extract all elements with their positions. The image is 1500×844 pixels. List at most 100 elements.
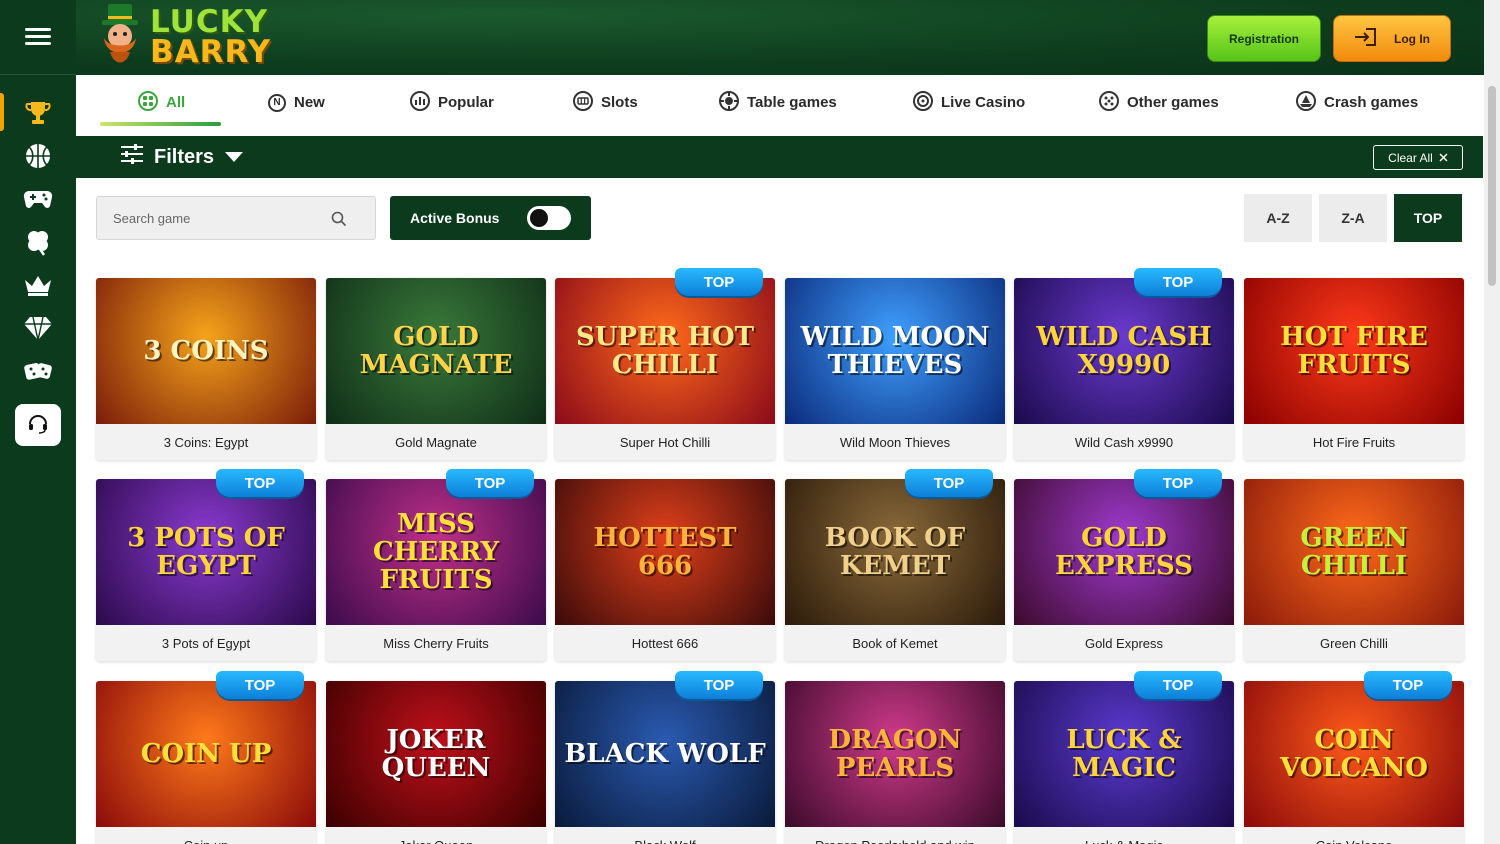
sidebar-item-jackpots[interactable] [0,306,76,349]
new-icon: N [268,93,286,112]
clover-icon [23,227,53,257]
game-card[interactable]: COIN VOLCANO Coin Volcano TOP [1244,671,1464,844]
tab-live-casino[interactable]: Live Casino [913,75,1025,130]
game-name: 3 Pots of Egypt [161,635,251,651]
tab-label: All [166,94,186,111]
sidebar-item-lucky[interactable] [0,220,76,263]
basketball-icon [23,141,53,171]
game-card[interactable]: WILD CASH X9990 Wild Cash x9990 TOP [1014,268,1234,460]
game-card[interactable]: COIN UP Coin up TOP [96,671,316,844]
game-thumbnail[interactable]: JOKER QUEEN [326,681,546,827]
game-thumbnail[interactable]: SUPER HOT CHILLI [555,278,775,424]
category-tabs: All N New Popular Slots Table games Live… [76,75,1500,136]
game-thumbnail[interactable]: 3 COINS [96,278,316,424]
game-art-title: GOLD EXPRESS [1055,523,1193,581]
sidebar [0,0,76,844]
game-name: Wild Moon Thieves [839,434,951,450]
trophy-icon [23,98,53,128]
game-thumbnail[interactable]: 3 POTS OF EGYPT [96,479,316,625]
tab-crash-games[interactable]: Crash games [1296,75,1418,130]
game-name: Gold Magnate [395,434,477,450]
game-card[interactable]: HOT FIRE FRUITS Hot Fire Fruits [1244,278,1464,460]
game-thumbnail[interactable]: BLACK WOLF [555,681,775,827]
support-button[interactable] [15,404,61,446]
game-art-title: WILD CASH X9990 [1036,322,1212,380]
page-scrollbar[interactable] [1484,0,1500,844]
active-bonus-label: Active Bonus [410,210,500,226]
game-card[interactable]: 3 COINS 3 Coins: Egypt [96,278,316,460]
game-card[interactable]: JOKER QUEEN Joker Queen [326,681,546,844]
game-card[interactable]: SUPER HOT CHILLI Super Hot Chilli TOP [555,268,775,460]
game-card[interactable]: DRAGON PEARLS Dragon Pearls:hold and win [785,681,1005,844]
tab-label: Live Casino [941,94,1026,111]
game-card[interactable]: GOLD MAGNATE Gold Magnate [326,278,546,460]
scrollbar-thumb[interactable] [1488,86,1496,286]
game-name: Luck & Magic [1014,827,1234,844]
game-art-title: MISS CHERRY FRUITS [372,509,500,595]
game-name: Green Chilli [1320,635,1388,651]
game-thumbnail[interactable]: LUCK & MAGIC [1014,681,1234,827]
search-input[interactable] [113,197,333,239]
sidebar-item-tournaments[interactable] [0,91,76,134]
game-thumbnail[interactable]: GOLD MAGNATE [326,278,546,424]
clear-all-button[interactable]: Clear All [1373,145,1463,170]
tab-other-games[interactable]: Other games [1099,75,1219,130]
game-art-title: BLACK WOLF [564,739,766,769]
game-name: Gold Express [1084,635,1164,651]
game-name: Hottest 666 [631,635,699,651]
diamond-icon [23,313,53,343]
game-card[interactable]: BLACK WOLF Black Wolf TOP [555,671,775,844]
game-card[interactable]: HOTTEST 666 Hottest 666 [555,479,775,661]
menu-icon[interactable] [25,28,51,46]
sidebar-item-esports[interactable] [0,177,76,220]
game-card[interactable]: WILD MOON THIEVES Wild Moon Thieves [785,278,1005,460]
game-thumbnail[interactable]: HOTTEST 666 [555,479,775,625]
game-thumbnail[interactable]: HOT FIRE FRUITS [1244,278,1464,424]
crash-games-icon [1296,90,1316,115]
game-thumbnail[interactable]: MISS CHERRY FRUITS [326,479,546,625]
tab-table-games[interactable]: Table games [719,75,837,130]
sidebar-item-games[interactable] [0,349,76,392]
login-button[interactable]: Log In [1333,15,1451,62]
game-art-title: 3 POTS OF EGYPT [127,523,285,581]
game-card[interactable]: LUCK & MAGIC Luck & Magic TOP [1014,671,1234,844]
tab-slots[interactable]: Slots [573,75,638,130]
brand-logo[interactable]: LUCKY BARRY [96,2,271,72]
registration-button[interactable]: Registration [1207,15,1321,62]
game-name: Coin up [96,827,316,844]
game-name: 3 Coins: Egypt [163,434,249,450]
game-thumbnail[interactable]: BOOK OF KEMET [785,479,1005,625]
game-thumbnail[interactable]: GOLD EXPRESS [1014,479,1234,625]
search-box [96,196,376,240]
sort-az-button[interactable]: A-Z [1244,194,1312,242]
active-bonus-toggle[interactable] [527,206,571,230]
sidebar-item-vip[interactable] [0,263,76,306]
top-badge: TOP [1134,671,1222,699]
login-label: Log In [1394,31,1430,46]
game-card[interactable]: 3 POTS OF EGYPT 3 Pots of Egypt TOP [96,469,316,661]
tab-popular[interactable]: Popular [410,75,494,130]
game-card[interactable]: MISS CHERRY FRUITS Miss Cherry Fruits TOP [326,469,546,661]
tab-label: Other games [1127,94,1219,111]
game-card[interactable]: GOLD EXPRESS Gold Express TOP [1014,469,1234,661]
tab-new[interactable]: N New [268,75,325,130]
game-thumbnail[interactable]: COIN UP [96,681,316,827]
game-card[interactable]: BOOK OF KEMET Book of Kemet TOP [785,469,1005,661]
search-icon[interactable] [331,211,347,232]
caret-down-icon [224,146,244,169]
game-thumbnail[interactable]: COIN VOLCANO [1244,681,1464,827]
filters-toggle[interactable]: Filters [120,136,244,178]
game-thumbnail[interactable]: GREEN CHILLI [1244,479,1464,625]
sort-za-button[interactable]: Z-A [1319,194,1387,242]
table-games-icon [719,90,739,115]
top-badge: TOP [1134,469,1222,497]
sidebar-item-sports[interactable] [0,134,76,177]
game-name: Hot Fire Fruits [1312,434,1396,450]
top-badge: TOP [675,268,763,296]
game-thumbnail[interactable]: WILD MOON THIEVES [785,278,1005,424]
game-card[interactable]: GREEN CHILLI Green Chilli [1244,479,1464,661]
top-badge: TOP [1134,268,1222,296]
sort-top-button[interactable]: TOP [1394,194,1462,242]
game-thumbnail[interactable]: WILD CASH X9990 [1014,278,1234,424]
game-thumbnail[interactable]: DRAGON PEARLS [785,681,1005,827]
